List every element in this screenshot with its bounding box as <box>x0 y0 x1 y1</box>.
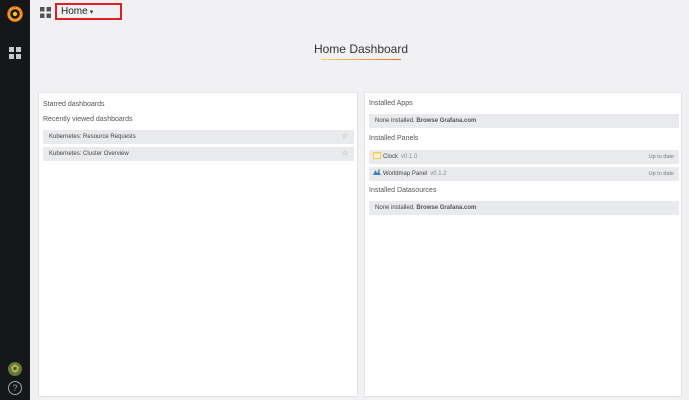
list-item[interactable]: Kubernetes: Cluster Overview ☆ <box>43 147 354 161</box>
plugin-version: v0.1.0 <box>401 154 418 160</box>
plugin-version: v0.1.2 <box>430 171 447 177</box>
grafana-logo-icon[interactable] <box>6 5 24 23</box>
list-item[interactable]: Kubernetes: Resource Requests ☆ <box>43 130 354 144</box>
worldmap-panel-icon <box>373 169 381 175</box>
panels-heading: Installed Panels <box>369 135 419 142</box>
chevron-down-icon: ▾ <box>89 9 94 16</box>
clock-panel-icon <box>373 152 381 159</box>
sidebar: ? <box>0 0 30 400</box>
apps-heading: Installed Apps <box>369 100 413 107</box>
browse-grafana-link[interactable]: Browse Grafana.com <box>416 205 476 211</box>
help-icon[interactable]: ? <box>8 381 22 395</box>
plugins-panel: Installed Apps None installed. Browse Gr… <box>364 92 682 397</box>
dashboard-grid-icon <box>40 7 51 18</box>
datasources-empty-row: None installed. Browse Grafana.com <box>369 201 679 215</box>
datasources-heading: Installed Datasources <box>369 187 437 194</box>
browse-grafana-link[interactable]: Browse Grafana.com <box>416 118 476 124</box>
user-avatar-icon[interactable] <box>8 362 22 376</box>
home-dashboard-picker[interactable]: Home ▾ <box>55 3 122 20</box>
dashboards-panel: Starred dashboards Recently viewed dashb… <box>38 92 358 397</box>
list-item[interactable]: Worldmap Panel v0.1.2 Up to date <box>369 167 679 181</box>
dashboards-grid-icon[interactable] <box>9 47 21 59</box>
star-icon[interactable]: ☆ <box>342 147 348 161</box>
plugin-name[interactable]: Clock <box>383 154 398 160</box>
apps-empty-row: None installed. Browse Grafana.com <box>369 114 679 128</box>
page-title: Home Dashboard <box>313 42 409 56</box>
plugin-name[interactable]: Worldmap Panel <box>383 171 427 177</box>
apps-none-text: None installed. <box>375 118 415 124</box>
list-item[interactable]: Clock v0.1.0 Up to date <box>369 150 679 164</box>
status-badge: Up to date <box>648 154 674 160</box>
topbar: Home ▾ <box>30 0 689 26</box>
recent-heading: Recently viewed dashboards <box>43 116 133 123</box>
home-label: Home <box>61 6 88 17</box>
title-underline <box>321 59 401 60</box>
starred-heading: Starred dashboards <box>43 101 105 108</box>
dashboard-link[interactable]: Kubernetes: Cluster Overview <box>49 151 129 157</box>
dashboard-link[interactable]: Kubernetes: Resource Requests <box>49 134 136 140</box>
status-badge: Up to date <box>648 171 674 177</box>
star-icon[interactable]: ☆ <box>342 130 348 144</box>
ds-none-text: None installed. <box>375 205 415 211</box>
